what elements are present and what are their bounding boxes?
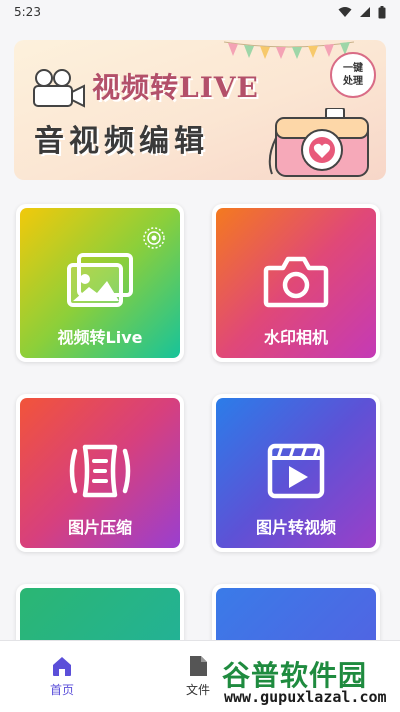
feature-card-image-to-video[interactable]: 图片转视频	[212, 394, 380, 552]
status-time: 5:23	[14, 5, 41, 19]
watermark: 谷普软件园 www.gupuxlazal.com	[218, 652, 394, 710]
badge-line2: 处理	[343, 76, 363, 87]
status-bar: 5:23	[0, 0, 400, 24]
wifi-icon	[338, 7, 352, 17]
tab-files[interactable]: 文件	[186, 655, 210, 698]
home-icon	[53, 657, 71, 676]
feature-card-image-compress[interactable]: 图片压缩	[16, 394, 184, 552]
feature-label: 视频转Live	[57, 328, 143, 347]
live-photo-icon	[67, 253, 133, 307]
banner-badge: 一键 处理	[330, 52, 376, 98]
tab-home[interactable]: 首页	[50, 655, 74, 698]
watermark-url: www.gupuxlazal.com	[224, 688, 387, 706]
promo-banner[interactable]: 视频转LIVE 音视频编辑 一键 处理	[14, 40, 386, 180]
bunting-decoration	[224, 41, 354, 59]
camera-icon	[263, 256, 329, 308]
tab-files-label: 文件	[186, 683, 211, 697]
compress-icon	[69, 444, 131, 498]
feature-label: 图片压缩	[67, 518, 132, 537]
feature-label: 水印相机	[263, 328, 328, 347]
file-icon	[190, 656, 207, 676]
feature-label: 图片转视频	[255, 518, 336, 537]
banner-title-line1: 视频转LIVE	[92, 71, 259, 104]
video-clapper-icon	[267, 443, 325, 499]
badge-line1: 一键	[343, 63, 363, 74]
video-camera-icon	[33, 69, 85, 108]
banner-title-line2: 音视频编辑	[34, 124, 209, 159]
battery-icon	[378, 5, 386, 18]
tab-home-label: 首页	[50, 683, 75, 697]
feature-card-video-to-live[interactable]: 视频转Live	[16, 204, 184, 362]
status-icons	[338, 5, 386, 19]
live-indicator-icon	[143, 227, 165, 249]
heart-camera-illustration	[268, 108, 369, 177]
feature-card-watermark-camera[interactable]: 水印相机	[212, 204, 380, 362]
signal-icon	[360, 7, 370, 17]
